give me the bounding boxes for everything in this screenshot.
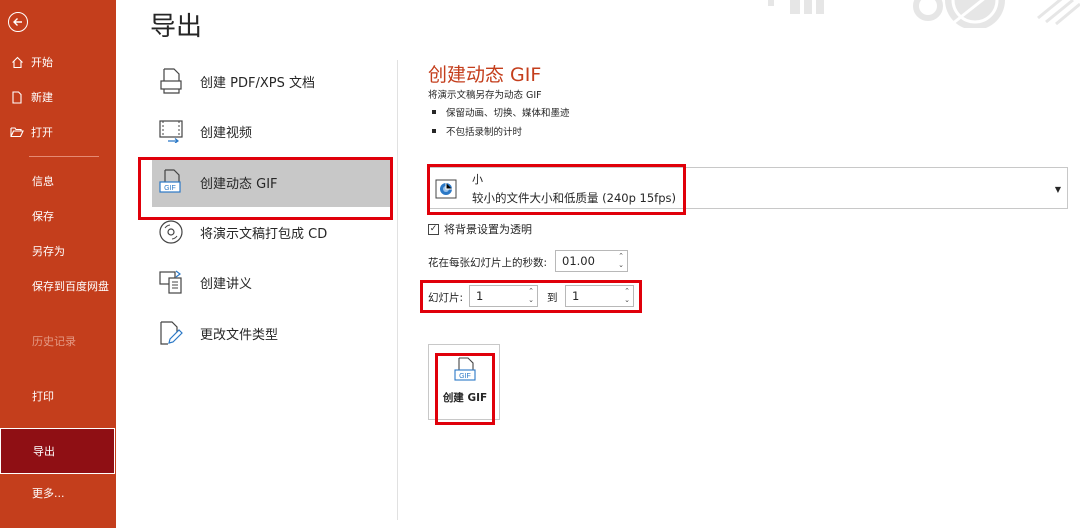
home-icon	[10, 55, 24, 69]
sidebar-item-label: 信息	[32, 175, 54, 188]
transparent-background-checkbox[interactable]: ✓ 将背景设置为透明	[428, 221, 532, 237]
back-arrow-icon	[13, 18, 22, 26]
sidebar-item-label: 新建	[31, 91, 53, 104]
svg-text:GIF: GIF	[164, 185, 176, 192]
bullet-text: 保留动画、切换、媒体和墨迹	[446, 108, 570, 119]
option-create-pdf-xps[interactable]: 创建 PDF/XPS 文档	[152, 56, 390, 106]
gif-bullet: 不包括录制的计时	[432, 124, 522, 138]
new-file-icon	[10, 90, 24, 104]
change-file-type-icon	[158, 319, 184, 347]
video-icon	[158, 117, 184, 145]
option-label: 创建 PDF/XPS 文档	[200, 75, 315, 91]
sidebar-item-label: 另存为	[32, 245, 65, 258]
gif-panel-description: 将演示文稿另存为动态 GIF	[428, 90, 542, 101]
pdf-document-icon	[158, 67, 184, 95]
sidebar-item-open[interactable]: 打开	[0, 116, 116, 148]
back-button[interactable]	[8, 12, 28, 32]
sidebar-divider	[29, 156, 99, 157]
spinner-arrows-icon[interactable]: ⌃ ⌄	[624, 287, 630, 305]
option-label: 创建动态 GIF	[200, 176, 278, 192]
sidebar-item-label: 更多...	[32, 487, 65, 500]
sidebar-item-label: 保存	[32, 210, 54, 223]
option-create-gif[interactable]: GIF 创建动态 GIF	[152, 157, 390, 207]
sidebar-item-info[interactable]: 信息	[0, 165, 116, 197]
backstage-sidebar: 开始 新建 打开 信息 保存 另存为 保存到百度网盘 历史记录 打印 导出 更多…	[0, 0, 116, 528]
sidebar-item-save-to-baidu[interactable]: 保存到百度网盘	[0, 270, 116, 302]
sidebar-item-new[interactable]: 新建	[0, 81, 116, 113]
quality-size-icon	[435, 179, 457, 199]
gif-icon: GIF	[454, 357, 476, 381]
option-package-cd[interactable]: 将演示文稿打包成 CD	[152, 207, 390, 257]
spinner-arrows-icon[interactable]: ⌃ ⌄	[528, 287, 534, 305]
checkbox-checked-icon: ✓	[428, 223, 439, 235]
cd-icon	[158, 218, 184, 246]
spinner-arrows-icon[interactable]: ⌃ ⌄	[618, 252, 624, 270]
folder-open-icon	[10, 125, 24, 139]
seconds-value: 01.00	[562, 254, 595, 268]
slides-label: 幻灯片:	[428, 292, 464, 304]
panel-divider	[397, 60, 398, 520]
option-label: 将演示文稿打包成 CD	[200, 226, 328, 242]
bullet-text: 不包括录制的计时	[446, 127, 523, 138]
create-gif-label: 创建 GIF	[442, 392, 488, 404]
option-label: 更改文件类型	[200, 327, 279, 343]
svg-text:GIF: GIF	[459, 373, 471, 380]
quality-dropdown[interactable]: 小 较小的文件大小和低质量 (240p 15fps) ▼	[428, 167, 1068, 209]
chevron-down-icon: ▼	[1054, 185, 1061, 194]
slides-from-input[interactable]: 1 ⌃ ⌄	[469, 285, 538, 307]
quality-name: 小	[472, 173, 483, 186]
create-gif-button[interactable]: GIF 创建 GIF	[428, 344, 500, 420]
seconds-per-slide-input[interactable]: 01.00 ⌃ ⌄	[555, 250, 628, 272]
seconds-per-slide-label: 花在每张幻灯片上的秒数:	[428, 257, 548, 269]
handout-icon	[158, 268, 184, 296]
sidebar-item-history: 历史记录	[0, 325, 116, 357]
option-create-video[interactable]: 创建视频	[152, 106, 390, 156]
bullet-dot	[432, 129, 436, 133]
sidebar-item-label: 导出	[33, 445, 55, 458]
sidebar-item-label: 保存到百度网盘	[32, 280, 109, 293]
header-decoration-icon	[768, 0, 1080, 28]
quality-detail: 较小的文件大小和低质量 (240p 15fps)	[472, 191, 677, 205]
sidebar-item-save[interactable]: 保存	[0, 200, 116, 232]
sidebar-item-label: 开始	[31, 56, 53, 69]
sidebar-item-export[interactable]: 导出	[0, 428, 115, 474]
slides-to-value: 1	[572, 289, 580, 303]
sidebar-item-print[interactable]: 打印	[0, 380, 116, 412]
option-label: 创建讲义	[200, 276, 253, 292]
sidebar-item-label: 打印	[32, 390, 54, 403]
bullet-dot	[432, 110, 436, 114]
slides-to-input[interactable]: 1 ⌃ ⌄	[565, 285, 634, 307]
sidebar-item-more[interactable]: 更多...	[0, 477, 116, 509]
page-title: 导出	[150, 12, 203, 42]
gif-icon: GIF	[158, 168, 184, 196]
sidebar-item-label: 打开	[31, 126, 53, 139]
sidebar-item-label: 历史记录	[32, 335, 76, 348]
option-change-file-type[interactable]: 更改文件类型	[152, 308, 390, 358]
sidebar-item-home[interactable]: 开始	[0, 46, 116, 78]
gif-bullet: 保留动画、切换、媒体和墨迹	[432, 105, 570, 119]
option-label: 创建视频	[200, 125, 253, 141]
gif-panel-title: 创建动态 GIF	[428, 64, 542, 86]
slides-from-value: 1	[476, 289, 484, 303]
checkbox-label: 将背景设置为透明	[444, 223, 532, 236]
slides-to-label: 到	[547, 292, 558, 304]
sidebar-item-save-as[interactable]: 另存为	[0, 235, 116, 267]
option-create-handouts[interactable]: 创建讲义	[152, 257, 390, 307]
